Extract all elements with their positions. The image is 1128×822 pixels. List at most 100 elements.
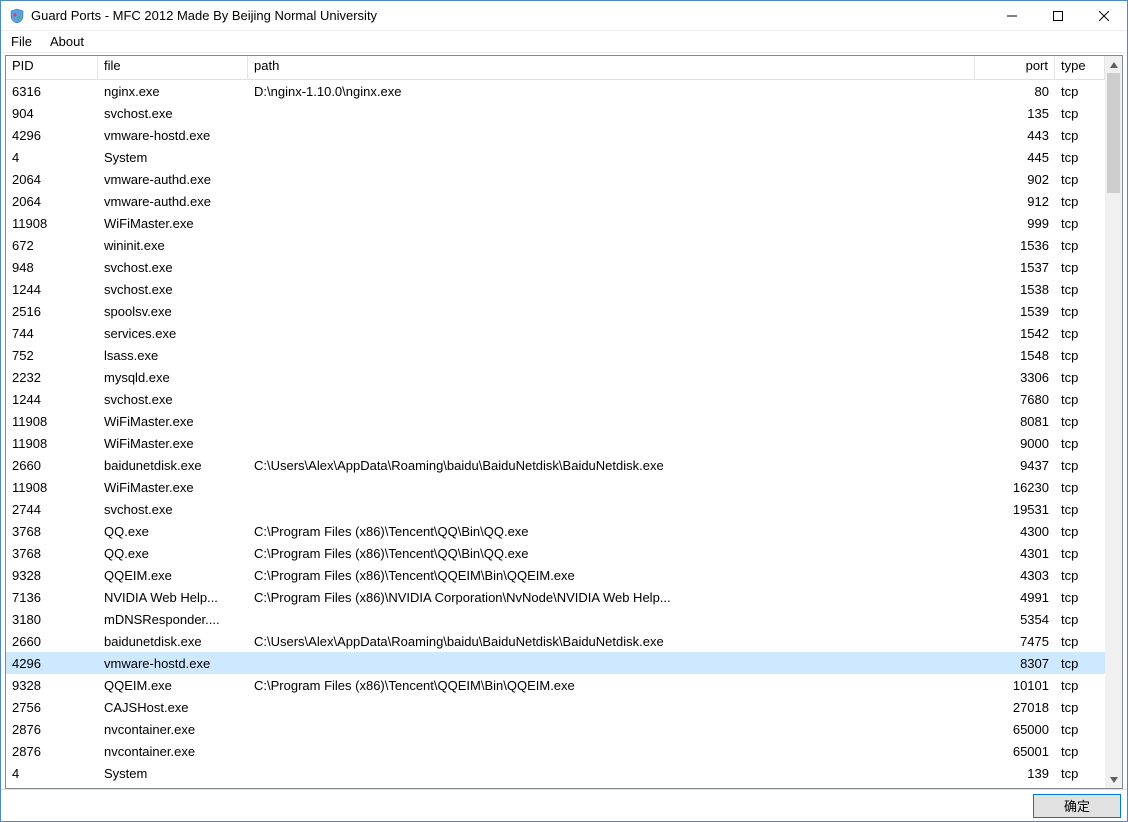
cell-path: C:\Program Files (x86)\Tencent\QQ\Bin\QQ… — [248, 524, 975, 539]
table-row[interactable]: 948svchost.exe1537tcp — [6, 256, 1105, 278]
table-row[interactable]: 4296vmware-hostd.exe8307tcp — [6, 652, 1105, 674]
table-row[interactable]: 3768QQ.exeC:\Program Files (x86)\Tencent… — [6, 520, 1105, 542]
table-row[interactable]: 3180mDNSResponder....5354tcp — [6, 608, 1105, 630]
scroll-down-icon[interactable] — [1105, 771, 1122, 788]
table-row[interactable]: 744services.exe1542tcp — [6, 322, 1105, 344]
footer: 确定 — [1, 789, 1127, 821]
table-row[interactable]: 4System445tcp — [6, 146, 1105, 168]
table-row[interactable]: 4System139tcp — [6, 762, 1105, 784]
table-row[interactable]: 2516spoolsv.exe1539tcp — [6, 300, 1105, 322]
scroll-up-icon[interactable] — [1105, 56, 1122, 73]
cell-pid: 2660 — [6, 634, 98, 649]
cell-file: svchost.exe — [98, 392, 248, 407]
cell-file: NVIDIA Web Help... — [98, 590, 248, 605]
cell-file: QQEIM.exe — [98, 678, 248, 693]
column-header-type[interactable]: type — [1055, 56, 1105, 79]
cell-port: 65001 — [975, 744, 1055, 759]
cell-type: tcp — [1055, 172, 1105, 187]
menubar: File About — [1, 31, 1127, 53]
cell-port: 1538 — [975, 282, 1055, 297]
cell-pid: 2064 — [6, 172, 98, 187]
minimize-button[interactable] — [989, 1, 1035, 31]
vertical-scrollbar[interactable] — [1105, 56, 1122, 788]
table-row[interactable]: 3768QQ.exeC:\Program Files (x86)\Tencent… — [6, 542, 1105, 564]
cell-file: System — [98, 766, 248, 781]
cell-pid: 9328 — [6, 678, 98, 693]
cell-path: C:\Users\Alex\AppData\Roaming\baidu\Baid… — [248, 634, 975, 649]
cell-pid: 4 — [6, 766, 98, 781]
maximize-button[interactable] — [1035, 1, 1081, 31]
table-row[interactable]: 11908WiFiMaster.exe16230tcp — [6, 476, 1105, 498]
table-row[interactable]: 1244svchost.exe1538tcp — [6, 278, 1105, 300]
cell-file: svchost.exe — [98, 106, 248, 121]
cell-port: 1548 — [975, 348, 1055, 363]
cell-port: 445 — [975, 150, 1055, 165]
table-row[interactable]: 9328QQEIM.exeC:\Program Files (x86)\Tenc… — [6, 674, 1105, 696]
table-row[interactable]: 4296vmware-hostd.exe443tcp — [6, 124, 1105, 146]
table-row[interactable]: 11908WiFiMaster.exe9000tcp — [6, 432, 1105, 454]
cell-port: 5354 — [975, 612, 1055, 627]
column-header-file[interactable]: file — [98, 56, 248, 79]
column-header-path[interactable]: path — [248, 56, 975, 79]
cell-pid: 2876 — [6, 744, 98, 759]
cell-pid: 948 — [6, 260, 98, 275]
cell-pid: 11908 — [6, 480, 98, 495]
scroll-track[interactable] — [1105, 73, 1122, 771]
table-row[interactable]: 672wininit.exe1536tcp — [6, 234, 1105, 256]
table-row[interactable]: 6316nginx.exeD:\nginx-1.10.0\nginx.exe80… — [6, 80, 1105, 102]
table-row[interactable]: 2660baidunetdisk.exeC:\Users\Alex\AppDat… — [6, 630, 1105, 652]
cell-file: WiFiMaster.exe — [98, 414, 248, 429]
cell-pid: 2660 — [6, 458, 98, 473]
cell-file: svchost.exe — [98, 260, 248, 275]
table-row[interactable]: 2876nvcontainer.exe65001tcp — [6, 740, 1105, 762]
cell-type: tcp — [1055, 612, 1105, 627]
cell-port: 1537 — [975, 260, 1055, 275]
menu-about[interactable]: About — [48, 34, 86, 49]
cell-type: tcp — [1055, 656, 1105, 671]
cell-pid: 672 — [6, 238, 98, 253]
column-header-port[interactable]: port — [975, 56, 1055, 79]
table-row[interactable]: 2232mysqld.exe3306tcp — [6, 366, 1105, 388]
cell-type: tcp — [1055, 348, 1105, 363]
cell-pid: 4 — [6, 150, 98, 165]
table-row[interactable]: 752lsass.exe1548tcp — [6, 344, 1105, 366]
cell-port: 16230 — [975, 480, 1055, 495]
cell-pid: 7136 — [6, 590, 98, 605]
port-listview[interactable]: PID file path port type 6316nginx.exeD:\… — [6, 56, 1105, 788]
cell-type: tcp — [1055, 568, 1105, 583]
table-row[interactable]: 1244svchost.exe7680tcp — [6, 388, 1105, 410]
table-row[interactable]: 11908WiFiMaster.exe8081tcp — [6, 410, 1105, 432]
table-row[interactable]: 2064vmware-authd.exe902tcp — [6, 168, 1105, 190]
table-row[interactable]: 2064vmware-authd.exe912tcp — [6, 190, 1105, 212]
table-row[interactable]: 9328QQEIM.exeC:\Program Files (x86)\Tenc… — [6, 564, 1105, 586]
table-row[interactable]: 2756CAJSHost.exe27018tcp — [6, 696, 1105, 718]
cell-port: 902 — [975, 172, 1055, 187]
cell-pid: 744 — [6, 326, 98, 341]
cell-port: 9437 — [975, 458, 1055, 473]
window-title: Guard Ports - MFC 2012 Made By Beijing N… — [31, 8, 377, 23]
table-row[interactable]: 11908WiFiMaster.exe999tcp — [6, 212, 1105, 234]
cell-file: QQ.exe — [98, 546, 248, 561]
table-row[interactable]: 2660baidunetdisk.exeC:\Users\Alex\AppDat… — [6, 454, 1105, 476]
app-icon — [9, 8, 25, 24]
cell-port: 8081 — [975, 414, 1055, 429]
cell-pid: 11908 — [6, 216, 98, 231]
cell-file: vmware-hostd.exe — [98, 656, 248, 671]
table-row[interactable]: 904svchost.exe135tcp — [6, 102, 1105, 124]
table-row[interactable]: 7136NVIDIA Web Help...C:\Program Files (… — [6, 586, 1105, 608]
cell-port: 4300 — [975, 524, 1055, 539]
cell-pid: 2232 — [6, 370, 98, 385]
cell-type: tcp — [1055, 722, 1105, 737]
cell-type: tcp — [1055, 524, 1105, 539]
column-header-pid[interactable]: PID — [6, 56, 98, 79]
table-row[interactable]: 2876nvcontainer.exe65000tcp — [6, 718, 1105, 740]
cell-port: 139 — [975, 766, 1055, 781]
ok-button[interactable]: 确定 — [1033, 794, 1121, 818]
menu-file[interactable]: File — [9, 34, 34, 49]
scroll-thumb[interactable] — [1107, 73, 1120, 193]
table-row[interactable]: 2744svchost.exe19531tcp — [6, 498, 1105, 520]
cell-pid: 6316 — [6, 84, 98, 99]
cell-port: 135 — [975, 106, 1055, 121]
cell-file: lsass.exe — [98, 348, 248, 363]
close-button[interactable] — [1081, 1, 1127, 31]
